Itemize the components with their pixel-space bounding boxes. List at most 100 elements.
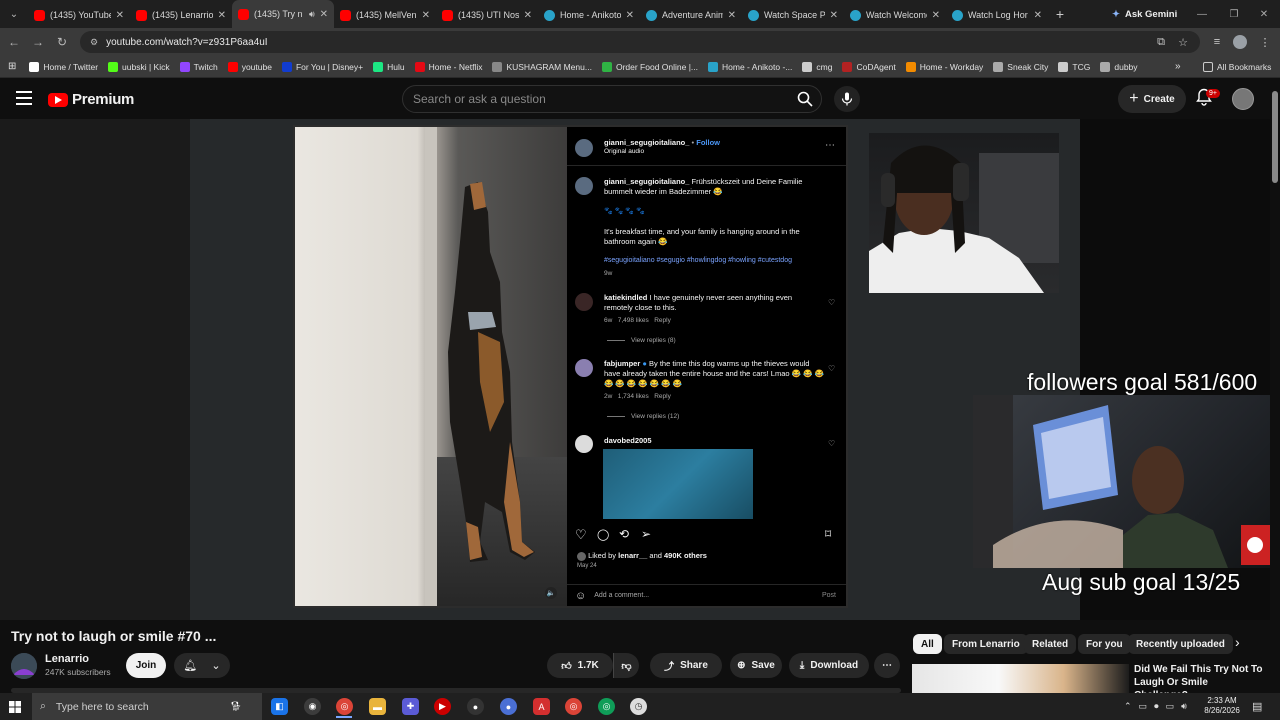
- join-button[interactable]: Join: [126, 653, 166, 678]
- microphone-icon[interactable]: [834, 86, 860, 112]
- comment-bubble-icon[interactable]: ◯: [597, 528, 609, 541]
- bookmark-item[interactable]: Order Food Online |...: [597, 61, 703, 72]
- bookmark-item[interactable]: KUSHAGRAM Menu...: [487, 61, 597, 72]
- channel-name[interactable]: Lenarrio: [45, 653, 89, 665]
- audio-label[interactable]: Original audio: [604, 148, 644, 155]
- all-bookmarks-button[interactable]: All Bookmarks: [1198, 61, 1276, 72]
- guide-menu-icon[interactable]: [16, 91, 32, 105]
- browser-tab[interactable]: (1435) Try n 🔊︎ ✕: [232, 0, 334, 28]
- filter-chip[interactable]: For you: [1078, 634, 1131, 654]
- bookmark-item[interactable]: CoDAgent: [837, 61, 900, 72]
- windows-start-icon[interactable]: [0, 693, 30, 720]
- volume-icon[interactable]: 🔈: [545, 587, 557, 599]
- close-tab-icon[interactable]: ✕: [422, 10, 430, 21]
- microphone-tray-icon[interactable]: ⏺: [1154, 701, 1159, 712]
- site-info-icon[interactable]: ⚙: [90, 37, 98, 48]
- comment-avatar[interactable]: [575, 359, 593, 377]
- back-icon[interactable]: ←: [2, 28, 26, 56]
- close-tab-icon[interactable]: ✕: [116, 10, 124, 21]
- close-window-icon[interactable]: ✕: [1248, 0, 1280, 28]
- filter-chip[interactable]: All: [913, 634, 942, 654]
- clock-app-icon[interactable]: ◷: [630, 698, 647, 715]
- view-replies-link[interactable]: View replies (12): [607, 413, 679, 420]
- browser-tab[interactable]: (1435) UTI Nos ✕: [436, 2, 538, 28]
- like-comment-heart-icon[interactable]: ♡: [828, 364, 836, 373]
- minimize-icon[interactable]: —: [1186, 0, 1218, 28]
- browser-tab[interactable]: Adventure Anim ✕: [640, 2, 742, 28]
- bookmark-item[interactable]: Twitch: [175, 61, 223, 72]
- caption-avatar[interactable]: [575, 177, 593, 195]
- taskbar-clock[interactable]: 2:33 AM 8/26/2026: [1198, 696, 1246, 716]
- close-tab-icon[interactable]: ✕: [932, 10, 940, 21]
- create-button[interactable]: + Create: [1118, 85, 1186, 113]
- browser-tab[interactable]: (1435) Lenarrio ✕: [130, 2, 232, 28]
- bookmark-item[interactable]: Sneak City: [988, 61, 1053, 72]
- tray-overflow-icon[interactable]: ⌃: [1124, 701, 1132, 712]
- bookmark-item[interactable]: TCG: [1053, 61, 1095, 72]
- comment-username[interactable]: katiekindled: [604, 293, 647, 302]
- caption-username[interactable]: gianni_segugioitaliano_: [604, 177, 689, 186]
- media-controls-icon[interactable]: ≡: [1206, 31, 1228, 53]
- browser-menu-icon[interactable]: ⋮: [1254, 31, 1276, 53]
- youtube-logo[interactable]: Premium: [48, 91, 134, 108]
- close-tab-icon[interactable]: ✕: [728, 10, 736, 21]
- liked-by-user[interactable]: lenarr__: [618, 551, 647, 560]
- notification-center-icon[interactable]: ▤: [1252, 693, 1262, 720]
- network-icon[interactable]: ▭: [1139, 701, 1148, 712]
- app-icon[interactable]: ●: [500, 698, 517, 715]
- poster-username[interactable]: gianni_segugioitaliano_: [604, 138, 689, 147]
- media-player-icon[interactable]: ▶: [434, 698, 451, 715]
- game-controller-icon[interactable]: ✚: [402, 698, 419, 715]
- bookmark-item[interactable]: dubby: [1095, 61, 1142, 72]
- browser-tab[interactable]: Watch Welcome ✕: [844, 2, 946, 28]
- like-heart-icon[interactable]: ♡: [575, 527, 587, 543]
- close-tab-icon[interactable]: ✕: [626, 10, 634, 21]
- comment-username[interactable]: davobed2005: [604, 436, 652, 445]
- post-comment-button[interactable]: Post: [822, 592, 836, 599]
- account-avatar[interactable]: [1232, 88, 1254, 110]
- like-comment-heart-icon[interactable]: ♡: [828, 298, 836, 307]
- new-tab-button[interactable]: +: [1048, 6, 1072, 22]
- adobe-icon[interactable]: A: [533, 698, 550, 715]
- browser-tab[interactable]: Home - Anikoto ✕: [538, 2, 640, 28]
- more-bookmarks-icon[interactable]: »: [1170, 61, 1186, 72]
- url-field[interactable]: ⚙ youtube.com/watch?v=z931P6aa4uI: [80, 31, 1200, 53]
- comment-meta[interactable]: 6w 7,498 likes Reply: [604, 317, 671, 324]
- chrome-icon[interactable]: ◎: [336, 698, 353, 715]
- task-view-icon[interactable]: ◧: [271, 698, 288, 715]
- bookmark-star-icon[interactable]: ☆: [1172, 31, 1194, 53]
- bookmark-item[interactable]: For You | Disney+: [277, 61, 368, 72]
- dislike-button[interactable]: 👎︎: [613, 653, 639, 678]
- ask-gemini-button[interactable]: ✦ Ask Gemini: [1104, 4, 1185, 24]
- recommended-thumbnail[interactable]: [912, 664, 1129, 694]
- search-icon[interactable]: [792, 87, 818, 111]
- view-replies-link[interactable]: View replies (8): [607, 337, 676, 344]
- like-button[interactable]: 👍︎ 1.7K: [547, 653, 613, 678]
- add-comment-input[interactable]: Add a comment...: [594, 592, 814, 599]
- tab-search-icon[interactable]: ⌄: [0, 0, 28, 28]
- tab-audio-icon[interactable]: 🔊︎: [309, 9, 315, 20]
- reload-icon[interactable]: ↻: [50, 28, 74, 56]
- browser-tab[interactable]: (1435) MellVen ✕: [334, 2, 436, 28]
- comment-avatar[interactable]: [575, 435, 593, 453]
- subscription-notification-button[interactable]: 🔔︎ ⌄: [174, 653, 230, 678]
- close-tab-icon[interactable]: ✕: [1034, 10, 1042, 21]
- bookmark-item[interactable]: Home / Twitter: [24, 61, 103, 72]
- filter-chip[interactable]: From Lenarrio: [944, 634, 1028, 654]
- comment-meta[interactable]: 2w 1,734 likes Reply: [604, 393, 671, 400]
- chrome-profile-2-icon[interactable]: ◎: [598, 698, 615, 715]
- profile-icon[interactable]: [1229, 31, 1251, 53]
- post-options-icon[interactable]: ⋯: [825, 140, 835, 151]
- page-scrollbar[interactable]: [1270, 79, 1280, 693]
- share-button[interactable]: ⤴ Share: [650, 653, 722, 678]
- close-tab-icon[interactable]: ✕: [830, 10, 838, 21]
- like-comment-heart-icon[interactable]: ♡: [828, 439, 836, 448]
- install-app-icon[interactable]: ⧉: [1150, 31, 1172, 53]
- filter-chip[interactable]: Related: [1024, 634, 1077, 654]
- forward-icon[interactable]: →: [26, 28, 50, 56]
- obs-icon[interactable]: ●: [467, 698, 484, 715]
- browser-tab[interactable]: Watch Space Pi ✕: [742, 2, 844, 28]
- caption-hashtags[interactable]: #segugioitaliano #segugio #howlingdog #h…: [604, 257, 834, 264]
- video-player[interactable]: 🔈 gianni_segugioitaliano_ • Follow Origi…: [0, 119, 1270, 620]
- close-tab-icon[interactable]: ✕: [524, 10, 532, 21]
